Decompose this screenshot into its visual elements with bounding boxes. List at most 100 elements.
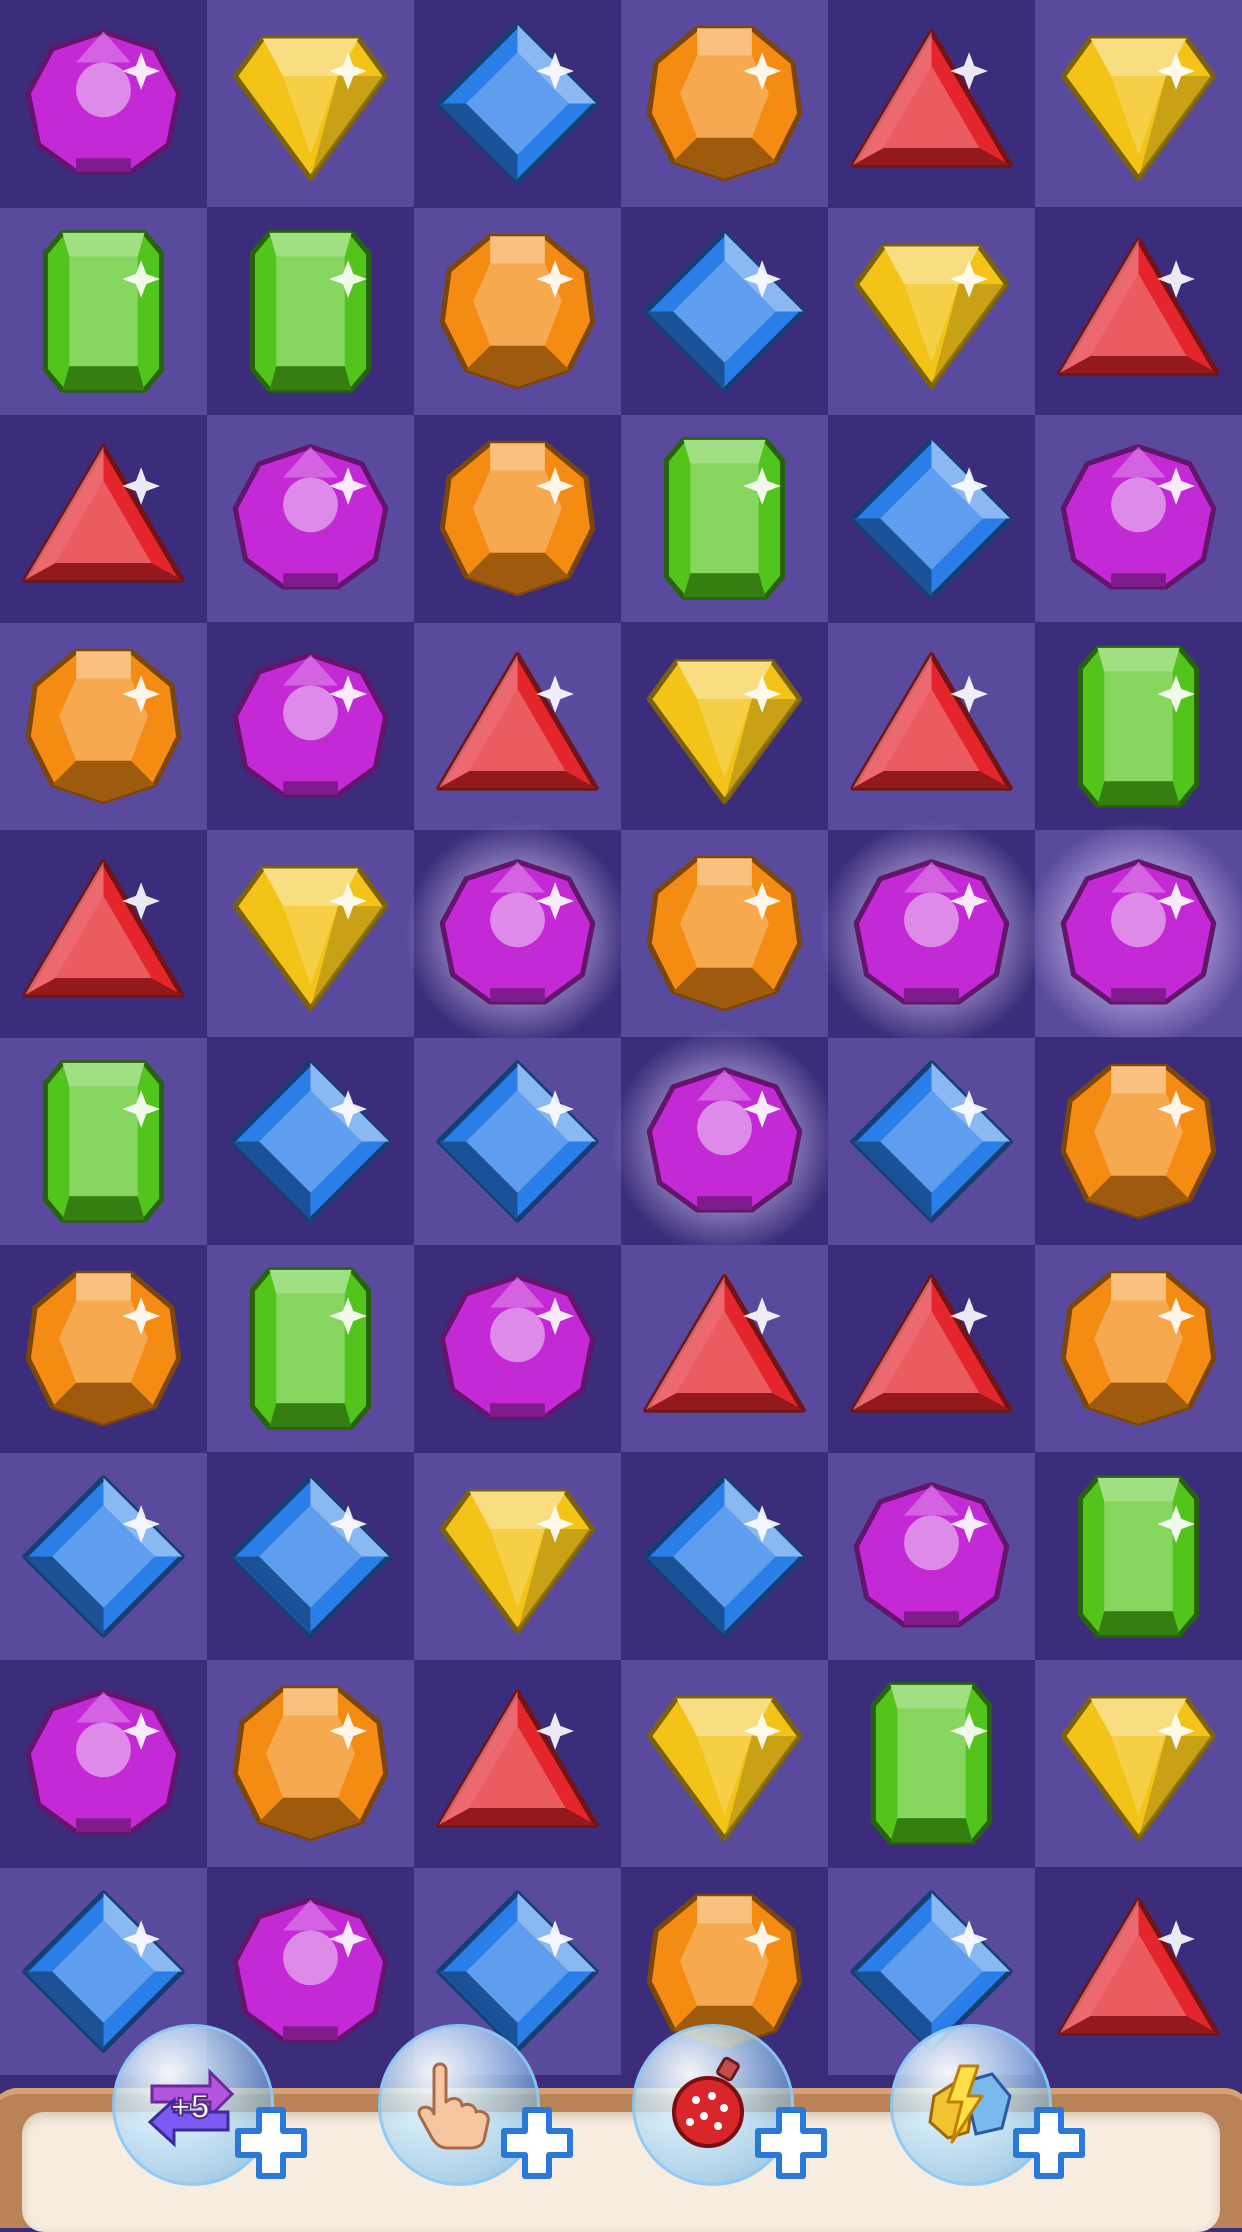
board-cell[interactable] (0, 1038, 207, 1245)
board-cell[interactable] (414, 1245, 621, 1452)
orange-gem-icon[interactable] (225, 1678, 396, 1849)
board-cell[interactable] (611, 1028, 838, 1255)
purple-gem-icon[interactable] (18, 18, 189, 189)
blue-gem-icon[interactable] (225, 1471, 396, 1642)
red-gem-icon[interactable] (432, 1678, 603, 1849)
purple-gem-icon[interactable] (432, 848, 603, 1019)
board-cell[interactable] (1035, 1868, 1242, 2075)
blue-gem-icon[interactable] (639, 226, 810, 397)
orange-gem-icon[interactable] (639, 18, 810, 189)
board-cell[interactable] (1035, 1038, 1242, 1245)
red-gem-icon[interactable] (1053, 226, 1224, 397)
board-cell[interactable] (621, 415, 828, 622)
purple-gem-icon[interactable] (639, 1056, 810, 1227)
board-cell[interactable] (414, 1660, 621, 1867)
board-cell[interactable] (207, 830, 414, 1037)
board-cell[interactable] (0, 1660, 207, 1867)
green-gem-icon[interactable] (225, 1263, 396, 1434)
plus-icon[interactable] (232, 2104, 310, 2182)
blue-gem-icon[interactable] (432, 1056, 603, 1227)
board-cell[interactable] (414, 0, 621, 207)
bomb-booster-button[interactable] (632, 2024, 827, 2186)
board-cell[interactable] (207, 415, 414, 622)
board-cell[interactable] (621, 623, 828, 830)
red-gem-icon[interactable] (846, 18, 1017, 189)
green-gem-icon[interactable] (639, 433, 810, 604)
red-gem-icon[interactable] (1053, 1886, 1224, 2057)
board-cell[interactable] (0, 830, 207, 1037)
orange-gem-icon[interactable] (432, 433, 603, 604)
red-gem-icon[interactable] (432, 641, 603, 812)
board-cell[interactable] (1035, 415, 1242, 622)
blue-gem-icon[interactable] (846, 433, 1017, 604)
board-cell[interactable] (207, 1245, 414, 1452)
board-cell[interactable] (207, 623, 414, 830)
board-cell[interactable] (828, 0, 1035, 207)
red-gem-icon[interactable] (846, 1263, 1017, 1434)
orange-gem-icon[interactable] (1053, 1056, 1224, 1227)
board-cell[interactable] (828, 1038, 1035, 1245)
green-gem-icon[interactable] (18, 1056, 189, 1227)
purple-gem-icon[interactable] (846, 848, 1017, 1019)
orange-gem-icon[interactable] (18, 1263, 189, 1434)
board-cell[interactable] (1025, 820, 1242, 1047)
board-cell[interactable] (828, 1660, 1035, 1867)
blue-gem-icon[interactable] (225, 1056, 396, 1227)
yellow-gem-icon[interactable] (1053, 1678, 1224, 1849)
board-cell[interactable] (1035, 1245, 1242, 1452)
board-cell[interactable] (207, 1038, 414, 1245)
board-cell[interactable] (818, 820, 1045, 1047)
board-cell[interactable] (828, 1453, 1035, 1660)
board-cell[interactable] (1035, 1660, 1242, 1867)
board-cell[interactable] (414, 623, 621, 830)
red-gem-icon[interactable] (18, 433, 189, 604)
board-cell[interactable] (0, 0, 207, 207)
purple-gem-icon[interactable] (1053, 433, 1224, 604)
board-cell[interactable] (207, 1453, 414, 1660)
board-cell[interactable] (621, 0, 828, 207)
board-cell[interactable] (828, 623, 1035, 830)
blue-gem-icon[interactable] (639, 1471, 810, 1642)
board-cell[interactable] (621, 1453, 828, 1660)
yellow-gem-icon[interactable] (225, 848, 396, 1019)
board-cell[interactable] (621, 1660, 828, 1867)
orange-gem-icon[interactable] (639, 848, 810, 1019)
yellow-gem-icon[interactable] (1053, 18, 1224, 189)
board-cell[interactable] (1035, 1453, 1242, 1660)
orange-gem-icon[interactable] (1053, 1263, 1224, 1434)
red-gem-icon[interactable] (639, 1263, 810, 1434)
plus-icon[interactable] (498, 2104, 576, 2182)
green-gem-icon[interactable] (1053, 641, 1224, 812)
yellow-gem-icon[interactable] (432, 1471, 603, 1642)
board-cell[interactable] (828, 415, 1035, 622)
orange-gem-icon[interactable] (432, 226, 603, 397)
purple-gem-icon[interactable] (846, 1471, 1017, 1642)
yellow-gem-icon[interactable] (225, 18, 396, 189)
board-cell[interactable] (828, 1245, 1035, 1452)
purple-gem-icon[interactable] (1053, 848, 1224, 1019)
plus-icon[interactable] (1010, 2104, 1088, 2182)
board-cell[interactable] (207, 208, 414, 415)
board-cell[interactable] (207, 0, 414, 207)
purple-gem-icon[interactable] (225, 641, 396, 812)
board-cell[interactable] (1035, 0, 1242, 207)
board-cell[interactable] (621, 1245, 828, 1452)
purple-gem-icon[interactable] (432, 1263, 603, 1434)
board-cell[interactable] (414, 1038, 621, 1245)
red-gem-icon[interactable] (846, 641, 1017, 812)
green-gem-icon[interactable] (18, 226, 189, 397)
board-cell[interactable] (1035, 208, 1242, 415)
yellow-gem-icon[interactable] (639, 641, 810, 812)
board-cell[interactable] (414, 415, 621, 622)
yellow-gem-icon[interactable] (639, 1678, 810, 1849)
blue-gem-icon[interactable] (432, 18, 603, 189)
board-cell[interactable] (0, 208, 207, 415)
plus-icon[interactable] (752, 2104, 830, 2182)
red-gem-icon[interactable] (18, 848, 189, 1019)
purple-gem-icon[interactable] (225, 433, 396, 604)
blue-gem-icon[interactable] (18, 1471, 189, 1642)
board-cell[interactable] (414, 1453, 621, 1660)
blue-gem-icon[interactable] (846, 1056, 1017, 1227)
board-cell[interactable] (0, 623, 207, 830)
green-gem-icon[interactable] (846, 1678, 1017, 1849)
